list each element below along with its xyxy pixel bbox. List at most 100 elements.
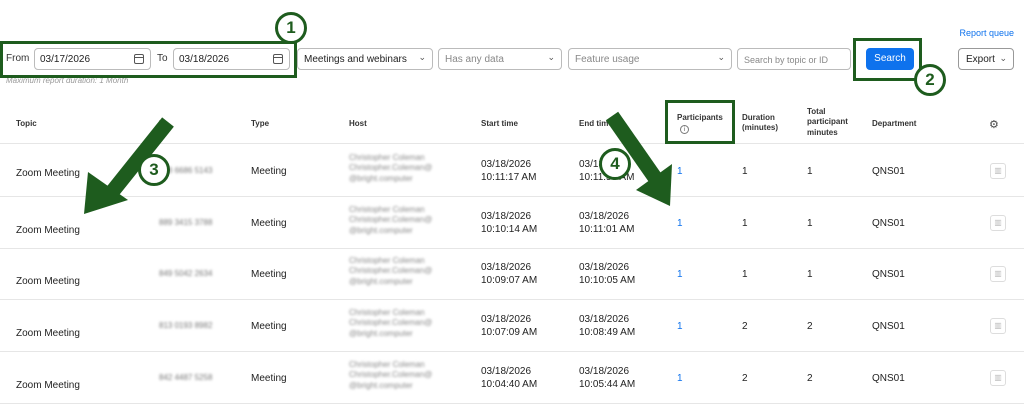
cell-topic: Zoom Meeting <box>16 328 80 339</box>
data-filter-value: Has any data <box>445 54 504 65</box>
chart-icon[interactable]: ▥ <box>990 318 1006 334</box>
highlight-search-button <box>853 38 922 81</box>
cell-topic: Zoom Meeting <box>16 276 80 287</box>
cell-host: Christopher Coleman Christopher.Coleman@ @… <box>349 308 432 339</box>
chevron-down-icon: ⌄ <box>999 53 1007 63</box>
chevron-down-icon: ⌄ <box>547 52 555 62</box>
cell-start-time: 03/18/2026 10:11:17 AM <box>481 158 536 184</box>
cell-topic: Zoom Meeting <box>16 380 80 391</box>
chart-icon[interactable]: ▥ <box>990 266 1006 282</box>
host-line-2: Christopher.Coleman@ <box>349 370 433 380</box>
gear-icon[interactable]: ⚙ <box>989 118 999 131</box>
col-id[interactable]: ID <box>159 119 167 129</box>
host-line-1: Christopher Coleman <box>349 308 425 317</box>
col-end-time[interactable]: End time <box>579 119 613 129</box>
cell-end-time: 03/18/2026 10:05:44 AM <box>579 365 635 391</box>
cell-end-time: 03/18/2026 10:10:05 AM <box>579 261 635 287</box>
host-line-1: Christopher Coleman <box>349 205 425 214</box>
export-button[interactable]: Export ⌄ <box>958 48 1014 70</box>
table-row[interactable]: Zoom Meeting 842 4487 5258 Meeting Christop… <box>0 352 1024 404</box>
highlight-date-range <box>0 41 297 78</box>
host-line-2: Christopher.Coleman@ <box>349 163 433 173</box>
col-duration-line1: Duration <box>742 113 775 122</box>
end-date: 03/18/2026 <box>579 366 630 377</box>
cell-start-time: 03/18/2026 10:09:07 AM <box>481 261 537 287</box>
cell-meeting-id: 849 5042 2634 <box>159 269 213 278</box>
start-clock: 10:09:07 AM <box>481 275 538 286</box>
host-line-2: Christopher.Coleman@ <box>349 215 433 225</box>
cell-participants-link[interactable]: 1 <box>677 372 683 385</box>
cell-type: Meeting <box>251 166 287 177</box>
host-line-1: Christopher Coleman <box>349 360 425 369</box>
cell-duration: 1 <box>742 218 748 229</box>
cell-total-participant-minutes: 2 <box>807 373 813 384</box>
host-line-3: @bright.computer <box>349 276 413 286</box>
cell-host: Christopher Coleman Christopher.Coleman@ @… <box>349 205 432 236</box>
cell-topic: Zoom Meeting <box>16 225 80 236</box>
meeting-type-select[interactable]: Meetings and webinars ⌄ <box>297 48 433 70</box>
cell-department: QNS01 <box>872 321 905 332</box>
col-host[interactable]: Host <box>349 119 367 129</box>
col-department[interactable]: Department <box>872 119 916 129</box>
cell-participants-link[interactable]: 1 <box>677 320 683 333</box>
col-start-time[interactable]: Start time <box>481 119 518 129</box>
start-date: 03/18/2026 <box>481 159 532 170</box>
cell-department: QNS01 <box>872 269 905 280</box>
cell-end-time: 03/18/2026 10:11:01 AM <box>579 210 634 236</box>
search-input[interactable]: Search by topic or ID <box>737 48 851 70</box>
host-line-3: @bright.computer <box>349 380 413 390</box>
table-header: Topic ID Type Host Start time End time P… <box>0 100 1024 144</box>
col-total-participant-minutes[interactable]: Total participant minutes <box>807 107 848 138</box>
chevron-down-icon: ⌄ <box>418 52 426 62</box>
feature-usage-select[interactable]: Feature usage ⌄ <box>568 48 732 70</box>
host-line-2: Christopher.Coleman@ <box>349 266 433 276</box>
cell-duration: 2 <box>742 373 748 384</box>
start-date: 03/18/2026 <box>481 314 532 325</box>
col-total-line1: Total <box>807 107 826 116</box>
cell-start-time: 03/18/2026 10:07:09 AM <box>481 313 537 339</box>
cell-type: Meeting <box>251 269 287 280</box>
cell-start-time: 03/18/2026 10:10:14 AM <box>481 210 537 236</box>
cell-host: Christopher Coleman Christopher.Coleman@ @… <box>349 256 432 287</box>
data-filter-select[interactable]: Has any data ⌄ <box>438 48 562 70</box>
col-duration-line2: (minutes) <box>742 123 778 133</box>
cell-type: Meeting <box>251 321 287 332</box>
annotation-badge-4: 4 <box>599 148 631 180</box>
cell-duration: 1 <box>742 269 748 280</box>
start-clock: 10:04:40 AM <box>481 379 538 390</box>
cell-participants-link[interactable]: 1 <box>677 268 683 281</box>
col-total-line3: minutes <box>807 127 838 137</box>
col-type[interactable]: Type <box>251 119 269 129</box>
cell-participants-link[interactable]: 1 <box>677 165 683 178</box>
table-row[interactable]: Zoom Meeting 813 0193 8982 Meeting Christop… <box>0 300 1024 352</box>
chart-icon[interactable]: ▥ <box>990 370 1006 386</box>
col-topic[interactable]: Topic <box>16 119 37 129</box>
chart-icon[interactable]: ▥ <box>990 215 1006 231</box>
export-label: Export <box>966 54 995 65</box>
start-date: 03/18/2026 <box>481 262 532 273</box>
table-row[interactable]: Zoom Meeting 889 3415 3788 Meeting Christop… <box>0 197 1024 249</box>
cell-type: Meeting <box>251 373 287 384</box>
cell-topic: Zoom Meeting <box>16 168 80 179</box>
chevron-down-icon: ⌄ <box>717 52 725 62</box>
col-duration[interactable]: Duration (minutes) <box>742 113 778 134</box>
start-date: 03/18/2026 <box>481 366 532 377</box>
cell-meeting-id: 842 4487 5258 <box>159 373 213 382</box>
start-clock: 10:11:17 AM <box>481 172 537 183</box>
host-line-1: Christopher Coleman <box>349 153 425 162</box>
cell-department: QNS01 <box>872 166 905 177</box>
annotation-badge-1: 1 <box>275 12 307 44</box>
end-clock: 10:11:01 AM <box>579 224 635 235</box>
start-clock: 10:10:14 AM <box>481 224 538 235</box>
end-date: 03/18/2026 <box>579 211 630 222</box>
chart-icon[interactable]: ▥ <box>990 163 1006 179</box>
end-clock: 10:08:49 AM <box>579 327 636 338</box>
report-queue-link[interactable]: Report queue <box>959 28 1014 38</box>
cell-total-participant-minutes: 2 <box>807 321 813 332</box>
table-row[interactable]: Zoom Meeting 849 5042 2634 Meeting Christop… <box>0 248 1024 300</box>
search-placeholder: Search by topic or ID <box>744 55 829 65</box>
cell-meeting-id: 813 0193 8982 <box>159 321 213 330</box>
meeting-type-value: Meetings and webinars <box>304 54 407 65</box>
cell-participants-link[interactable]: 1 <box>677 217 683 230</box>
host-line-2: Christopher.Coleman@ <box>349 318 433 328</box>
